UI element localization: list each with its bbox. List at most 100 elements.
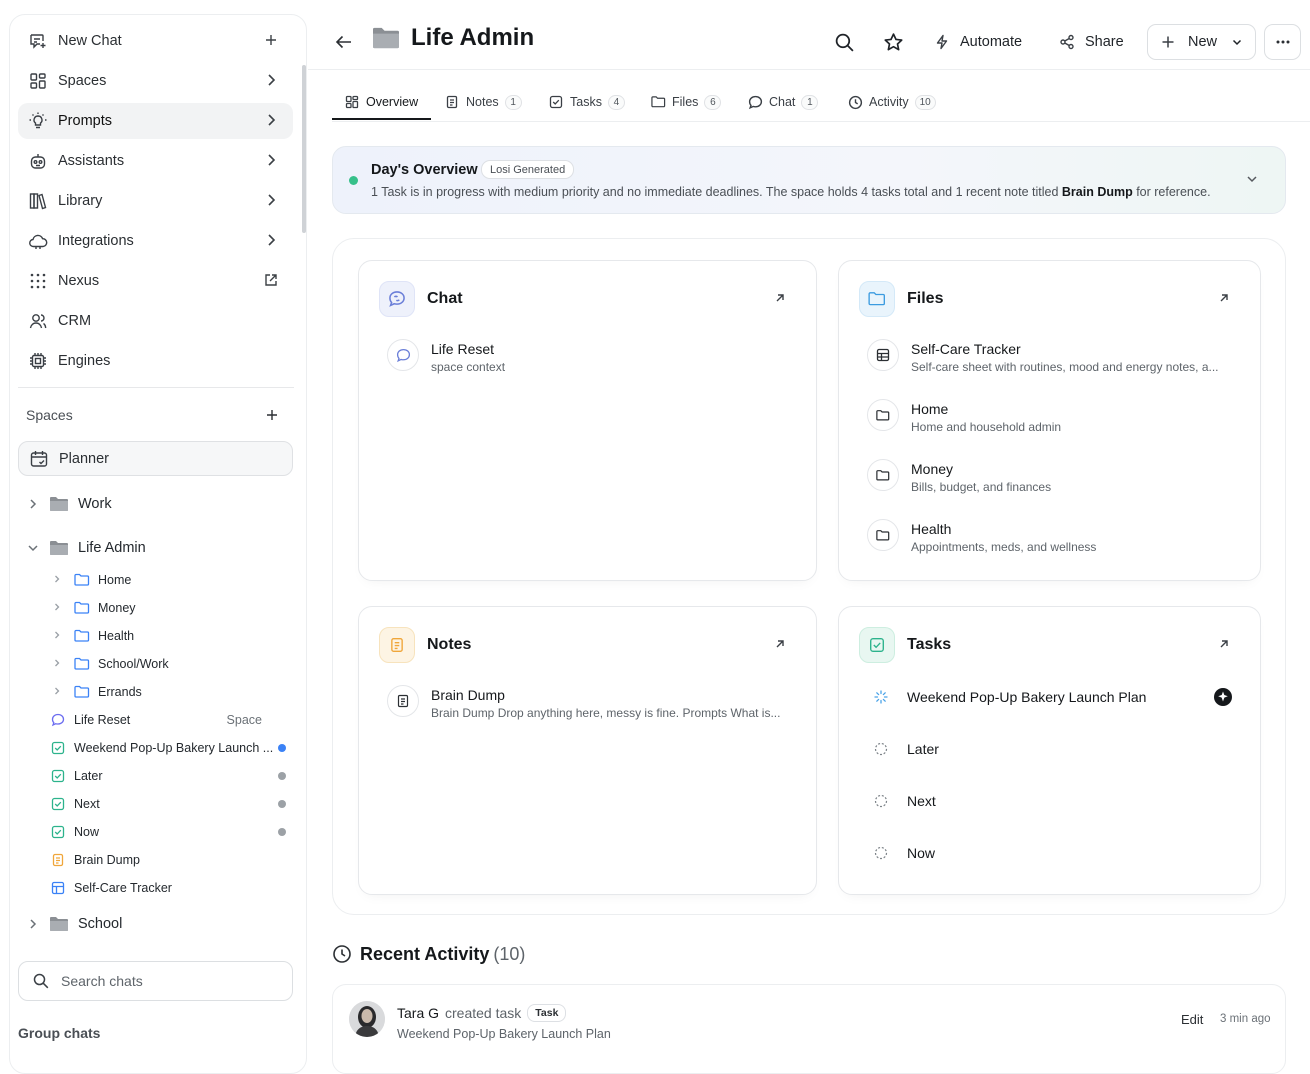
- sidebar-item-assistants[interactable]: Assistants: [18, 143, 293, 179]
- grid-dots-icon: [28, 271, 48, 291]
- tab-notes[interactable]: Notes 1: [444, 84, 522, 120]
- list-item[interactable]: Brain Dump Brain Dump Drop anything here,…: [387, 685, 797, 720]
- tree-task[interactable]: Weekend Pop-Up Bakery Launch ...: [10, 735, 300, 761]
- tree-task[interactable]: Now: [10, 819, 300, 845]
- tab-tasks[interactable]: Tasks 4: [548, 84, 625, 120]
- chevron-right-icon[interactable]: [51, 601, 63, 615]
- list-item[interactable]: Home Home and household admin: [867, 399, 1237, 434]
- plus-icon[interactable]: [263, 32, 279, 48]
- add-space-icon[interactable]: [264, 407, 280, 423]
- list-item[interactable]: Life Reset space context: [387, 339, 807, 374]
- sidebar-item-engines[interactable]: Engines: [18, 343, 293, 379]
- avatar: [349, 1001, 385, 1037]
- tab-files[interactable]: Files 6: [650, 84, 722, 120]
- tree-folder-home[interactable]: Home: [10, 567, 300, 593]
- sidebar-item-label: Library: [58, 193, 103, 209]
- tree-chat-life-reset[interactable]: Life Reset Space: [10, 707, 300, 733]
- sidebar-item-nexus[interactable]: Nexus: [18, 263, 293, 299]
- chevron-right-icon[interactable]: [51, 657, 63, 671]
- tree-folder-school-work[interactable]: School/Work: [10, 651, 300, 677]
- back-arrow-icon[interactable]: [334, 32, 354, 52]
- tree-space-school[interactable]: School: [10, 911, 300, 937]
- tree-folder-health[interactable]: Health: [10, 623, 300, 649]
- tasks-icon: [548, 94, 564, 110]
- sidebar-item-spaces[interactable]: Spaces: [18, 63, 293, 99]
- tree-space-work[interactable]: Work: [10, 491, 300, 517]
- folder-icon: [74, 685, 90, 699]
- task-row[interactable]: Now: [873, 841, 935, 865]
- chevron-right-icon[interactable]: [26, 917, 40, 931]
- tree-sheet-self-care[interactable]: Self-Care Tracker: [10, 875, 300, 901]
- chevron-down-icon[interactable]: [1245, 172, 1259, 186]
- tree-task[interactable]: Next: [10, 791, 300, 817]
- tab-activity[interactable]: Activity 10: [847, 84, 936, 120]
- tab-count-badge: 4: [607, 94, 625, 110]
- star-icon[interactable]: [883, 32, 904, 53]
- share-label: Share: [1085, 34, 1124, 50]
- item-title: Life Reset: [431, 341, 495, 357]
- todo-circle-icon: [873, 741, 889, 757]
- spaces-heading: Spaces: [26, 407, 73, 423]
- chevron-right-icon[interactable]: [26, 497, 40, 511]
- search-chats-input[interactable]: Search chats: [18, 961, 293, 1001]
- tree-folder-money[interactable]: Money: [10, 595, 300, 621]
- item-subtitle: Home and household admin: [911, 420, 1062, 434]
- tab-chat[interactable]: Chat 1: [747, 84, 819, 120]
- task-label: Next: [907, 793, 936, 809]
- more-options-button[interactable]: [1264, 24, 1301, 60]
- folder-icon: [74, 657, 90, 671]
- activity-edit-label: Edit: [1181, 1012, 1204, 1027]
- tree-space-life-admin[interactable]: Life Admin: [10, 535, 300, 561]
- overview-note-link[interactable]: Brain Dump: [1062, 185, 1133, 199]
- task-check-icon: [51, 769, 65, 783]
- chevron-right-icon[interactable]: [51, 573, 63, 587]
- task-row[interactable]: Next: [873, 789, 936, 813]
- task-label: Later: [907, 741, 939, 757]
- new-label: New: [1188, 34, 1218, 50]
- list-item[interactable]: Health Appointments, meds, and wellness: [867, 519, 1237, 554]
- list-item[interactable]: Self-Care Tracker Self-care sheet with ro…: [867, 339, 1237, 374]
- arrow-up-right-icon[interactable]: [774, 292, 786, 304]
- new-chat-icon: [28, 31, 48, 51]
- sidebar-item-integrations[interactable]: Integrations: [18, 223, 293, 259]
- tab-overview[interactable]: Overview: [344, 84, 418, 120]
- sidebar-item-prompts[interactable]: Prompts: [18, 103, 293, 139]
- tree-note-brain-dump[interactable]: Brain Dump: [10, 847, 300, 873]
- chevron-down-icon[interactable]: [26, 541, 40, 555]
- search-icon[interactable]: [834, 32, 855, 53]
- activity-subject[interactable]: Weekend Pop-Up Bakery Launch Plan: [397, 1027, 611, 1041]
- sidebar-scrollbar[interactable]: [302, 65, 306, 233]
- sidebar-item-label: Spaces: [58, 73, 107, 89]
- tree-task[interactable]: Later: [10, 763, 300, 789]
- tab-count-badge: 10: [914, 94, 936, 110]
- task-row[interactable]: Weekend Pop-Up Bakery Launch Plan: [873, 685, 1233, 709]
- sidebar-item-library[interactable]: Library: [18, 183, 293, 219]
- share-button[interactable]: Share: [1057, 24, 1124, 60]
- arrow-up-right-icon[interactable]: [1218, 292, 1230, 304]
- page-title: Life Admin: [371, 24, 534, 52]
- new-button[interactable]: New: [1147, 24, 1256, 60]
- tab-label: Tasks: [570, 95, 602, 109]
- item-subtitle: Appointments, meds, and wellness: [911, 540, 1097, 554]
- tree-folder-errands[interactable]: Errands: [10, 679, 300, 705]
- chevron-right-icon[interactable]: [51, 629, 63, 643]
- chevron-right-icon[interactable]: [51, 685, 63, 699]
- ai-sparkle-icon[interactable]: [1213, 687, 1233, 707]
- list-item[interactable]: Money Bills, budget, and finances: [867, 459, 1237, 494]
- automate-button[interactable]: Automate: [932, 24, 1022, 60]
- folder-icon: [74, 601, 90, 615]
- item-subtitle: Bills, budget, and finances: [911, 480, 1052, 494]
- arrow-up-right-icon[interactable]: [774, 638, 786, 650]
- sidebar-item-new-chat[interactable]: New Chat: [18, 23, 293, 59]
- generated-badge: Losi Generated: [481, 160, 575, 179]
- activity-type-badge: Task: [527, 1004, 567, 1022]
- arrow-up-right-icon[interactable]: [1218, 638, 1230, 650]
- activity-user[interactable]: Tara G: [397, 1005, 439, 1021]
- external-link-icon[interactable]: [263, 272, 279, 288]
- sidebar-item-crm[interactable]: CRM: [18, 303, 293, 339]
- status-dot: [278, 800, 286, 808]
- days-overview-banner[interactable]: Day's Overview Losi Generated 1 Task is …: [332, 146, 1286, 214]
- task-row[interactable]: Later: [873, 737, 939, 761]
- planner-button[interactable]: Planner: [18, 441, 293, 476]
- tree-label: Now: [74, 825, 100, 839]
